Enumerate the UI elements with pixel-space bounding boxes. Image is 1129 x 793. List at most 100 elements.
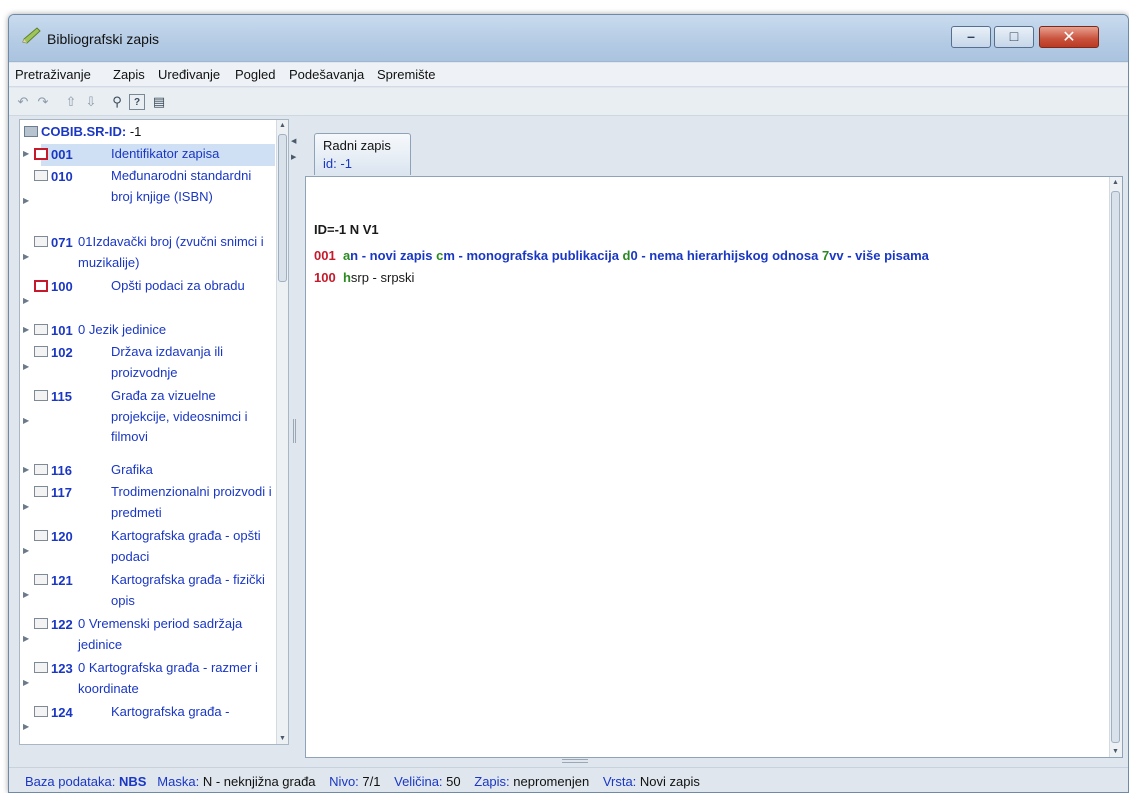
- mandatory-field-icon: [34, 148, 48, 160]
- tab-title: Radni zapis: [323, 138, 391, 153]
- subfield-value: vv - više pisama: [829, 248, 929, 263]
- tab-id-label: id:: [323, 156, 337, 171]
- field-name: Država izdavanja ili proizvodnje: [111, 344, 223, 380]
- field-name: 0 Vremenski period sadržaja jedinice: [78, 616, 243, 652]
- bottom-splitter-grip[interactable]: [562, 759, 588, 763]
- expand-arrow-icon[interactable]: ▶: [23, 149, 29, 158]
- field-code: 117: [51, 485, 72, 500]
- expand-arrow-icon[interactable]: ▶: [23, 252, 29, 261]
- field-name: Građa za vizuelne projekcije, videosnimc…: [111, 388, 248, 444]
- expand-arrow-icon[interactable]: ▶: [23, 465, 29, 474]
- field-icon: [34, 170, 48, 181]
- tree-root-id: -1: [129, 124, 142, 139]
- field-icon: [34, 662, 48, 673]
- expand-arrow-icon[interactable]: ▶: [23, 546, 29, 555]
- field-icon: [34, 486, 48, 497]
- status-mask-label: Maska:: [157, 774, 200, 789]
- collapse-left-icon[interactable]: ◀: [291, 137, 296, 145]
- scroll-thumb[interactable]: [278, 134, 287, 282]
- title-bar[interactable]: Bibliografski zapis – □ ✕: [9, 15, 1128, 62]
- field-name: Međunarodni standardni broj knjige (ISBN…: [111, 168, 252, 204]
- expand-arrow-icon[interactable]: ▶: [23, 325, 29, 334]
- field-icon: [34, 324, 48, 335]
- field-name: Kartografska građa - fizički opis: [111, 572, 265, 608]
- subfield-value: 0 - nema hierarhijskog odnosa: [630, 248, 822, 263]
- field-code: 010: [51, 169, 73, 184]
- field-code: 115: [51, 389, 72, 404]
- menu-uredivanje[interactable]: Uređivanje: [158, 67, 220, 82]
- expand-right-icon[interactable]: ▶: [291, 153, 296, 161]
- menu-pretrazivanje[interactable]: Pretraživanje: [15, 67, 91, 82]
- record-scrollbar[interactable]: ▲ ▼: [1109, 177, 1122, 757]
- minimize-button[interactable]: –: [951, 26, 991, 48]
- close-button[interactable]: ✕: [1039, 26, 1099, 48]
- search-icon[interactable]: ⚲: [109, 94, 125, 110]
- status-level-value: 7/1: [362, 774, 381, 789]
- field-name: Grafika: [111, 462, 153, 477]
- field-code: 120: [51, 529, 73, 544]
- tab-id-value: -1: [340, 156, 352, 171]
- field-icon: [34, 236, 48, 247]
- redo-icon[interactable]: ↷: [35, 94, 51, 110]
- field-code: 001: [51, 147, 73, 162]
- field-name: Kartografska građa - opšti podaci: [111, 528, 261, 564]
- scroll-up-icon[interactable]: ▲: [277, 122, 288, 129]
- field-name: Kartografska građa -: [111, 704, 230, 719]
- field-tree-panel: COBIB.SR-ID: -1 ▶ 001 Identifikator zapi…: [19, 119, 289, 745]
- record-line-001[interactable]: 001 an - novi zapis cm - monografska pub…: [314, 248, 929, 263]
- scroll-up-icon[interactable]: ▲: [1110, 179, 1121, 186]
- splitter-grip[interactable]: [293, 419, 296, 443]
- expand-arrow-icon[interactable]: ▶: [23, 502, 29, 511]
- expand-arrow-icon[interactable]: ▶: [23, 416, 29, 425]
- help-icon[interactable]: ?: [129, 94, 145, 110]
- field-name: 0 Kartografska građa - razmer i koordina…: [78, 660, 258, 696]
- maximize-icon: □: [1009, 28, 1019, 44]
- undo-icon[interactable]: ↶: [15, 94, 31, 110]
- expand-arrow-icon[interactable]: ▶: [23, 196, 29, 205]
- expand-arrow-icon[interactable]: ▶: [23, 362, 29, 371]
- field-code: 121: [51, 573, 73, 588]
- keyboard-icon[interactable]: ▤: [151, 94, 167, 110]
- menu-pogled[interactable]: Pogled: [235, 67, 275, 82]
- menu-zapis[interactable]: Zapis: [113, 67, 145, 82]
- field-name: 01Izdavački broj (zvučni snimci i muzika…: [78, 234, 264, 270]
- expand-arrow-icon[interactable]: ▶: [23, 678, 29, 687]
- tab-radni-zapis[interactable]: Radni zapis id: -1: [314, 133, 411, 175]
- scroll-thumb[interactable]: [1111, 191, 1120, 743]
- record-line-100[interactable]: 100 hsrp - srpski: [314, 270, 414, 285]
- field-icon: [34, 346, 48, 357]
- field-icon: [34, 464, 48, 475]
- tree-root[interactable]: COBIB.SR-ID: -1: [24, 124, 141, 139]
- mandatory-field-icon: [34, 280, 48, 292]
- status-size-value: 50: [446, 774, 461, 789]
- field-icon: [34, 706, 48, 717]
- tree-scrollbar[interactable]: ▲ ▼: [276, 120, 288, 744]
- expand-arrow-icon[interactable]: ▶: [23, 296, 29, 305]
- tree-root-label: COBIB.SR-ID:: [41, 124, 127, 139]
- record-view[interactable]: ID=-1 N V1 001 an - novi zapis cm - mono…: [305, 176, 1123, 758]
- menu-podesavanja[interactable]: Podešavanja: [289, 67, 364, 82]
- subfield-code: h: [342, 270, 351, 285]
- expand-arrow-icon[interactable]: ▶: [23, 634, 29, 643]
- subfield-value: n - novi zapis: [350, 248, 437, 263]
- status-record-label: Zapis:: [474, 774, 510, 789]
- field-tag: 100: [314, 270, 336, 285]
- field-icon: [34, 618, 48, 629]
- move-up-icon[interactable]: ⇧: [63, 94, 79, 110]
- field-code: 102: [51, 345, 73, 360]
- menu-spremiste[interactable]: Spremište: [377, 67, 436, 82]
- expand-arrow-icon[interactable]: ▶: [23, 722, 29, 731]
- move-down-icon[interactable]: ⇩: [83, 94, 99, 110]
- field-code: 116: [51, 463, 72, 478]
- scroll-down-icon[interactable]: ▼: [277, 735, 288, 742]
- field-code: 124: [51, 705, 73, 720]
- field-icon: [34, 530, 48, 541]
- panel-splitter[interactable]: ◀ ▶: [291, 119, 299, 745]
- maximize-button[interactable]: □: [994, 26, 1034, 48]
- field-name: 0 Jezik jedinice: [78, 322, 167, 337]
- field-icon: [34, 574, 48, 585]
- field-name: Trodimenzionalni proizvodi i predmeti: [111, 484, 272, 520]
- close-icon: ✕: [1062, 29, 1076, 46]
- expand-arrow-icon[interactable]: ▶: [23, 590, 29, 599]
- scroll-down-icon[interactable]: ▼: [1110, 748, 1121, 755]
